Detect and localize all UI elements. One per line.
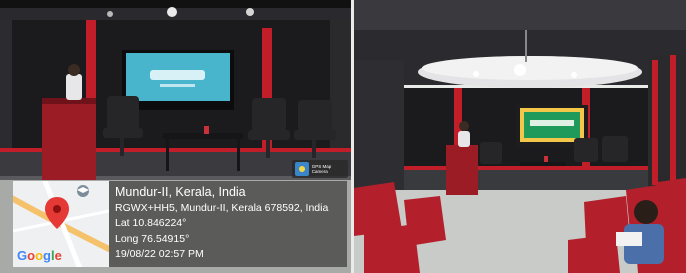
geotag-address: RGWX+HH5, Mundur-II, Kerala 678592, Indi… [115, 201, 329, 214]
google-logo: Google [17, 248, 62, 263]
graduation-cap-icon [77, 185, 89, 197]
seminar-hall-photo-right [354, 0, 686, 273]
seminar-hall-photo-left: GPS Map Camera Google Mundur-II, Kerala,… [0, 0, 351, 273]
geotag-place: Mundur-II, Kerala, India [115, 185, 246, 199]
geotag-text: Mundur-II, Kerala, India RGWX+HH5, Mundu… [115, 185, 328, 263]
geotag-timestamp: 19/08/22 02:57 PM [115, 248, 204, 260]
geotag-longitude: Long 76.54915° [115, 232, 190, 245]
camera-app-label: GPS Map Camera [311, 164, 332, 174]
geotag-overlay: Google Mundur-II, Kerala, India RGWX+HH5… [13, 181, 347, 267]
camera-app-icon [295, 162, 309, 176]
camera-app-badge: GPS Map Camera [292, 160, 348, 178]
map-thumbnail: Google [13, 181, 109, 267]
geotag-latitude: Lat 10.846224° [115, 217, 187, 229]
